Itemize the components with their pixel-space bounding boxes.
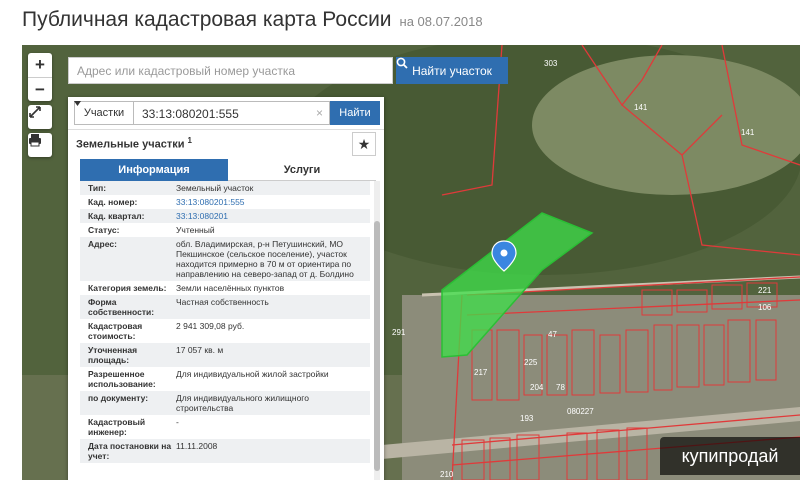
panel-tabs: Информация Услуги	[80, 159, 376, 181]
map-label: 210	[440, 470, 454, 479]
attribute-row: Тип: Земельный участок	[80, 181, 370, 195]
attribute-value: обл. Владимирская, р-н Петушинский, МО П…	[176, 239, 354, 279]
parcel-info-panel: Участки 33:13:080201:555 × Найти Земельн…	[68, 97, 384, 480]
tab-info[interactable]: Информация	[80, 159, 228, 181]
map-label: 303	[544, 59, 558, 68]
search-icon	[396, 57, 408, 69]
zoom-out-button[interactable]: −	[28, 77, 52, 101]
attribute-row: Адрес: обл. Владимирская, р-н Петушинский…	[80, 237, 370, 281]
attribute-label: Статус:	[88, 225, 120, 235]
map-label: 291	[392, 328, 406, 337]
zoom-in-button[interactable]: +	[28, 53, 52, 77]
find-parcel-button[interactable]: Найти участок	[396, 57, 508, 84]
attribute-label: Кадастровый инженер:	[88, 417, 146, 437]
page-title: Публичная кадастровая карта России на 08…	[22, 8, 483, 42]
cadastral-map[interactable]: 303 141 141 291 221 106 193 080227 210 2…	[22, 45, 800, 480]
address-search-input[interactable]: Адрес или кадастровый номер участка	[68, 57, 393, 84]
expand-icon	[29, 106, 41, 118]
page-title-text: Публичная кадастровая карта России	[22, 8, 392, 31]
attribute-row: по документу: Для индивидуального жилищно…	[80, 391, 370, 415]
attribute-label: Кадастровая стоимость:	[88, 321, 143, 341]
attribute-value: 17 057 кв. м	[176, 345, 224, 355]
attribute-value: Земли населённых пунктов	[176, 283, 285, 293]
attribute-row: Кадастровая стоимость: 2 941 309,08 руб.	[80, 319, 370, 343]
map-label: 080227	[567, 407, 594, 416]
attribute-row: Уточненная площадь: 17 057 кв. м	[80, 343, 370, 367]
find-parcel-label: Найти участок	[412, 63, 492, 78]
attribute-row: Кадастровый инженер: -	[80, 415, 370, 439]
printer-icon	[29, 134, 41, 147]
attribute-value: Для индивидуальной жилой застройки	[176, 369, 329, 379]
attribute-value[interactable]: 33:13:080201:555	[176, 197, 370, 207]
query-row: Участки 33:13:080201:555 × Найти	[74, 101, 380, 125]
caret-down-icon	[74, 101, 81, 106]
attribute-value: Для индивидуального жилищного строительс…	[176, 393, 309, 413]
map-label: 193	[520, 414, 534, 423]
watermark-logo: купипродай	[660, 437, 800, 475]
page-date: на 08.07.2018	[399, 14, 483, 29]
attribute-label: Категория земель:	[88, 283, 167, 293]
map-label: 225	[524, 358, 538, 367]
cadastral-number-value: 33:13:080201:555	[142, 107, 239, 121]
star-icon: ★	[357, 135, 371, 152]
tab-services[interactable]: Услуги	[228, 159, 376, 181]
scrollbar-thumb[interactable]	[374, 221, 380, 471]
attribute-label: Уточненная площадь:	[88, 345, 138, 365]
divider	[68, 129, 384, 130]
clearing	[532, 55, 800, 195]
map-label: 204	[530, 383, 544, 392]
attribute-row: Статус: Учтенный	[80, 223, 370, 237]
fullscreen-button[interactable]	[28, 105, 52, 129]
print-button[interactable]	[28, 133, 52, 157]
map-label: 78	[556, 383, 565, 392]
cadastral-number-input[interactable]: 33:13:080201:555 ×	[134, 101, 330, 125]
attribute-value: Частная собственность	[176, 297, 269, 307]
attribute-label: по документу:	[88, 393, 149, 403]
attribute-value: Земельный участок	[176, 183, 254, 193]
map-label: 47	[548, 330, 557, 339]
section-title: Земельные участки 1	[76, 136, 192, 151]
map-label: 141	[741, 128, 755, 137]
zoom-controls: + −	[28, 53, 52, 101]
attribute-label: Тип:	[88, 183, 107, 193]
attribute-label: Разрешенное использование:	[88, 369, 156, 389]
map-label: 221	[758, 286, 772, 295]
panel-scrollbar[interactable]	[374, 181, 380, 480]
attribute-row: Дата постановки на учет: 11.11.2008	[80, 439, 370, 463]
attribute-row: Форма собственности: Частная собственност…	[80, 295, 370, 319]
attribute-label: Кад. номер:	[88, 197, 138, 207]
attribute-value: 11.11.2008	[176, 441, 218, 451]
attribute-label: Дата постановки на учет:	[88, 441, 172, 461]
attribute-row: Кад. квартал: 33:13:080201	[80, 209, 370, 223]
favorite-button[interactable]: ★	[352, 132, 376, 156]
result-count: 1	[187, 136, 192, 145]
attribute-row: Кад. номер: 33:13:080201:555	[80, 195, 370, 209]
attribute-row: Разрешенное использование: Для индивидуал…	[80, 367, 370, 391]
attribute-label: Форма собственности:	[88, 297, 155, 317]
attribute-value: -	[176, 417, 179, 427]
attribute-value[interactable]: 33:13:080201	[176, 211, 370, 221]
attributes-table: Тип: Земельный участок Кад. номер: 33:13:08…	[80, 181, 370, 480]
map-label: 141	[634, 103, 648, 112]
attribute-label: Кад. квартал:	[88, 211, 145, 221]
clear-icon[interactable]: ×	[316, 106, 323, 120]
section-title-text: Земельные участки	[76, 138, 185, 151]
attribute-row: Категория земель: Земли населённых пункто…	[80, 281, 370, 295]
object-type-select[interactable]: Участки	[74, 101, 134, 125]
attribute-value: Учтенный	[176, 225, 215, 235]
find-button[interactable]: Найти	[330, 101, 380, 125]
map-label: 217	[474, 368, 488, 377]
map-label: 106	[758, 303, 772, 312]
attribute-label: Адрес:	[88, 239, 117, 249]
object-type-value: Участки	[83, 107, 125, 119]
attribute-value: 2 941 309,08 руб.	[176, 321, 245, 331]
